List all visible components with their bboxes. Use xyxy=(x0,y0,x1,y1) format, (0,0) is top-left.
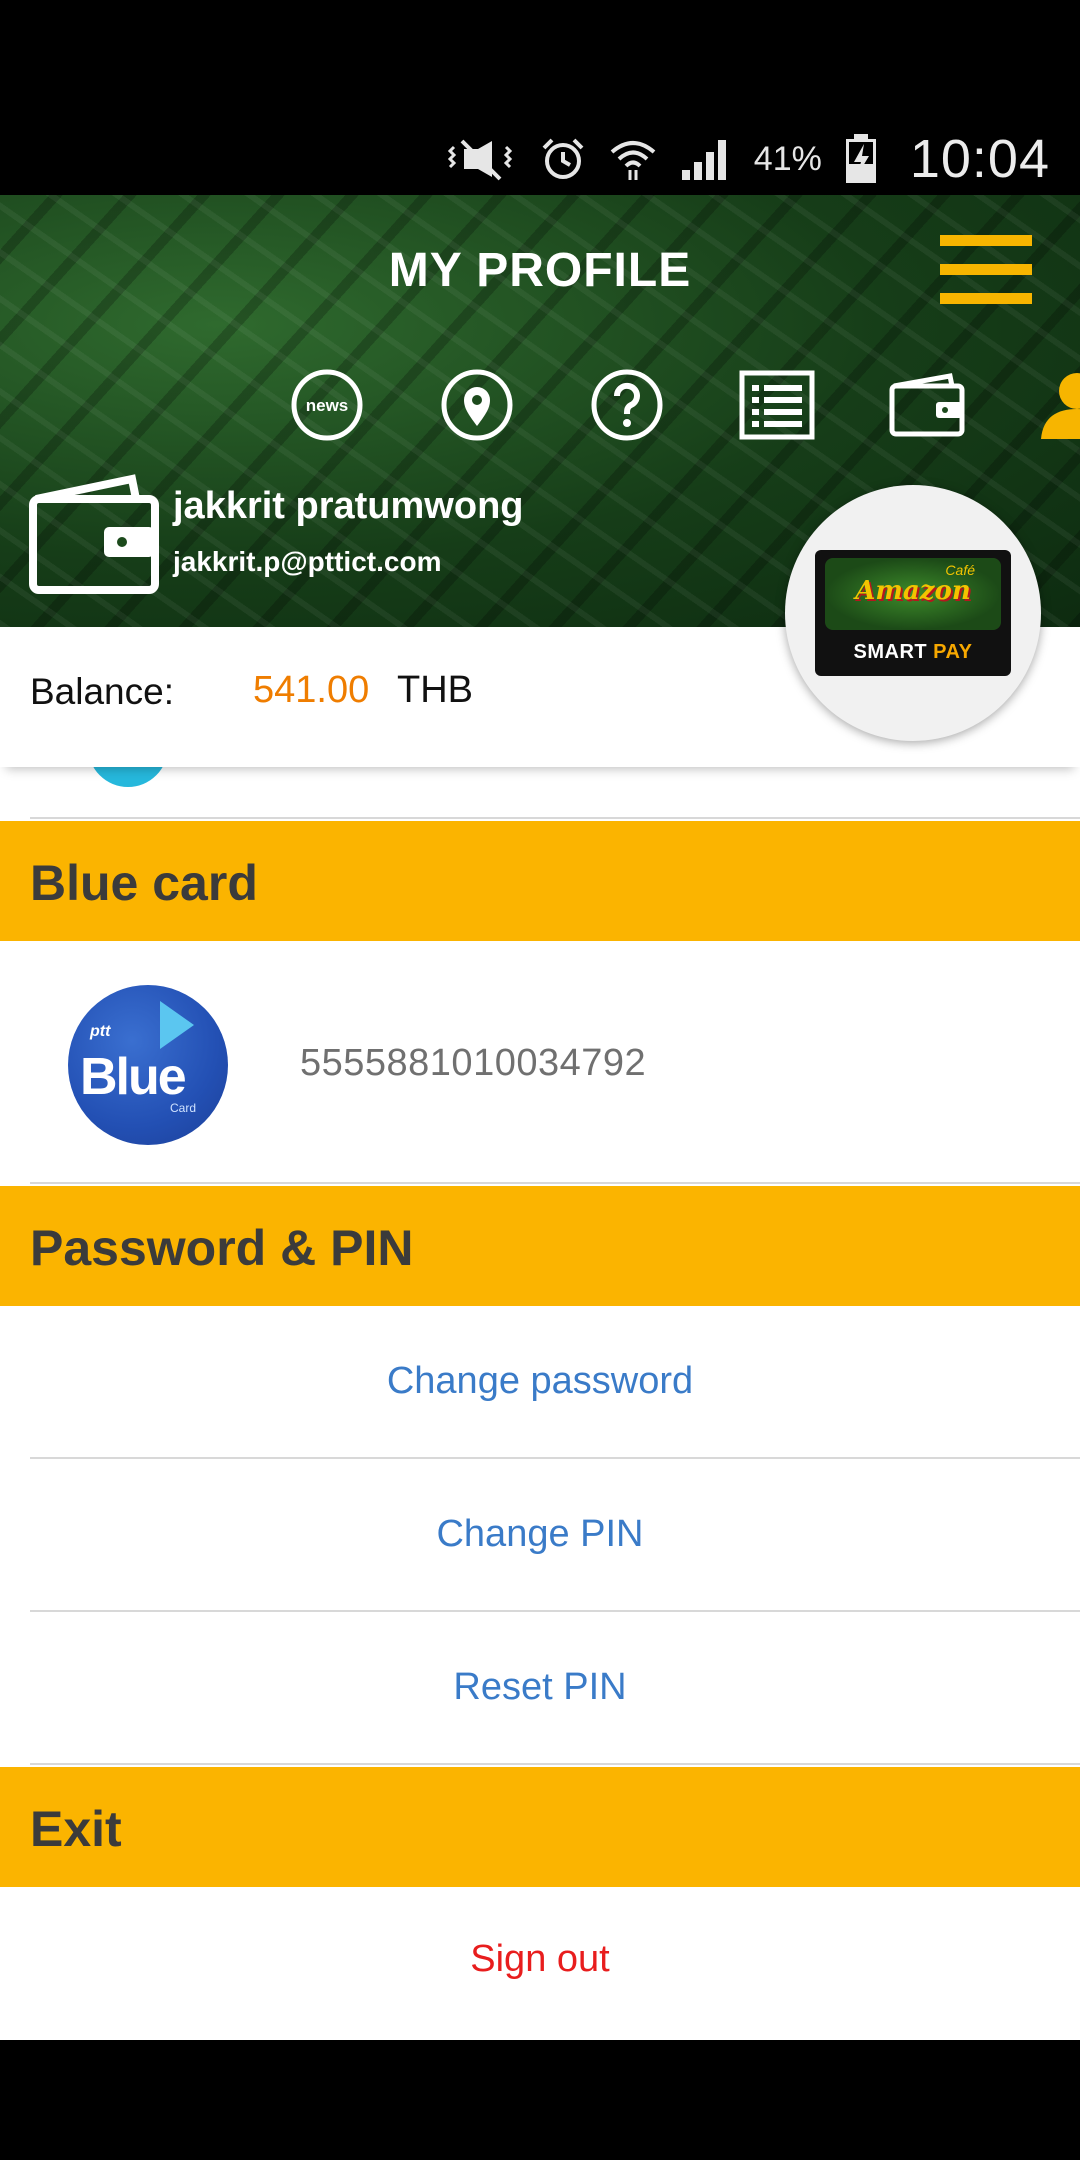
mute-vibrate-icon xyxy=(447,139,512,181)
divider xyxy=(30,817,1080,819)
profile-icon xyxy=(1041,373,1080,439)
balance-amount: 541.00 xyxy=(253,669,370,711)
divider xyxy=(30,1457,1080,1459)
change-pin-button[interactable]: Change PIN xyxy=(0,1513,1080,1556)
hamburger-menu-button[interactable] xyxy=(940,235,1032,305)
status-icons: 41% 10:04 xyxy=(447,128,1050,190)
status-bar: 41% 10:04 xyxy=(0,0,1080,195)
location-nav-button[interactable] xyxy=(402,365,552,445)
divider xyxy=(30,1182,1080,1184)
divider xyxy=(30,1610,1080,1612)
section-header-exit: Exit xyxy=(0,1767,1080,1887)
section-header-password-pin: Password & PIN xyxy=(0,1186,1080,1306)
clock: 10:04 xyxy=(909,129,1050,189)
alarm-icon xyxy=(542,138,584,179)
wallet-icon xyxy=(29,474,159,594)
news-icon-label: news xyxy=(306,396,349,415)
sign-out-button[interactable]: Sign out xyxy=(0,1938,1080,1981)
section-header-blue-card: Blue card xyxy=(0,821,1080,941)
smart-pay-label: SMART PAY xyxy=(853,641,973,663)
user-email: jakkrit.p@pttict.com xyxy=(173,546,442,577)
balance-currency: THB xyxy=(397,669,473,711)
section-title: Blue card xyxy=(30,855,258,911)
blue-card-number: 5555881010034792 xyxy=(300,1042,647,1084)
profile-content: Blue card ptt Blue Card 5555881010034792… xyxy=(0,727,1080,2040)
divider xyxy=(30,1763,1080,1765)
smart-pay-card-image: Café Amazon SMART PAY xyxy=(785,485,1041,741)
card-artwork: Café Amazon SMART PAY xyxy=(815,550,1011,676)
list-icon xyxy=(739,370,815,440)
blue-card-logo: ptt Blue Card xyxy=(68,985,228,1145)
profile-nav-button[interactable] xyxy=(1002,365,1080,445)
reset-pin-button[interactable]: Reset PIN xyxy=(0,1666,1080,1709)
signal-icon xyxy=(681,140,726,180)
balance-label: Balance: xyxy=(30,671,174,712)
user-name: jakkrit pratumwong xyxy=(173,485,524,527)
list-nav-button[interactable] xyxy=(702,365,852,445)
bottom-bar xyxy=(0,2040,1080,2160)
wallet-nav-button[interactable] xyxy=(852,365,1002,445)
battery-percent: 41% xyxy=(753,139,822,178)
section-title: Exit xyxy=(30,1801,122,1857)
cafe-amazon-logo: Café Amazon xyxy=(825,558,1001,630)
battery-charging-icon xyxy=(845,134,876,183)
help-icon xyxy=(591,369,663,441)
news-icon: news xyxy=(291,369,363,441)
location-icon xyxy=(441,369,513,441)
news-nav-button[interactable]: news xyxy=(252,365,402,445)
page-title: MY PROFILE xyxy=(388,244,692,297)
wallet-icon xyxy=(889,373,965,437)
help-nav-button[interactable] xyxy=(552,365,702,445)
wifi-icon xyxy=(610,141,656,180)
change-password-button[interactable]: Change password xyxy=(0,1360,1080,1403)
top-nav: news xyxy=(252,365,1080,445)
section-title: Password & PIN xyxy=(30,1220,414,1276)
